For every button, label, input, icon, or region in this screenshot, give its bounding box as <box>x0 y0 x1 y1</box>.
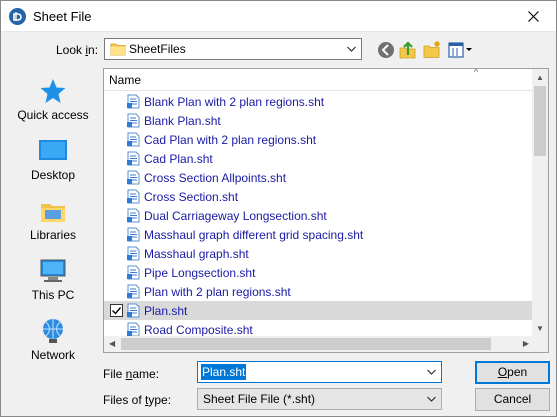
file-type-combo[interactable]: Sheet File File (*.sht) <box>197 388 442 410</box>
sheet-file-icon <box>127 170 140 185</box>
computer-icon <box>40 259 66 282</box>
look-in-value: SheetFiles <box>129 42 186 56</box>
file-row[interactable]: Blank Plan.sht <box>104 111 534 130</box>
folder-icon <box>110 43 126 56</box>
file-name-text: Masshaul graph different grid spacing.sh… <box>144 228 364 242</box>
file-name-text: Pipe Longsection.sht <box>144 266 256 280</box>
close-icon <box>527 11 539 22</box>
network-icon <box>43 319 63 343</box>
file-name-text: Cad Plan with 2 plan regions.sht <box>144 133 317 147</box>
look-in-label: Look in: <box>56 43 99 57</box>
open-button[interactable]: Open <box>475 361 550 384</box>
sheet-file-icon <box>127 246 140 261</box>
chevron-down-icon <box>347 46 356 52</box>
window-title: Sheet File <box>33 9 92 24</box>
file-row[interactable]: Pipe Longsection.sht <box>104 263 534 282</box>
file-name-text: Plan.sht <box>144 304 188 318</box>
file-name-text: Blank Plan.sht <box>144 114 221 128</box>
vertical-scroll-thumb[interactable] <box>534 86 546 156</box>
sheet-file-icon <box>127 113 140 128</box>
sheet-file-icon <box>127 94 140 109</box>
title-bar: Sheet File <box>1 1 556 32</box>
file-name-text: Plan with 2 plan regions.sht <box>144 285 291 299</box>
new-folder-icon[interactable] <box>422 40 442 60</box>
file-rows: Blank Plan with 2 plan regions.sht Blank … <box>104 92 534 339</box>
file-row[interactable]: Cross Section.sht <box>104 187 534 206</box>
app-icon <box>9 8 26 25</box>
chevron-down-icon[interactable] <box>426 366 437 378</box>
sheet-file-icon <box>127 227 140 242</box>
file-row[interactable]: Cad Plan with 2 plan regions.sht <box>104 130 534 149</box>
file-name-label: File name: <box>103 367 160 381</box>
sheet-file-icon <box>127 189 140 204</box>
view-menu-icon[interactable] <box>447 40 473 60</box>
sheet-file-icon <box>127 265 140 280</box>
scroll-up-icon[interactable]: ▲ <box>536 73 544 82</box>
chevron-down-icon <box>427 396 436 402</box>
file-name-text: Dual Carriageway Longsection.sht <box>144 209 327 223</box>
sheet-file-dialog: Sheet File Look in: SheetFiles Quick acc… <box>0 0 557 417</box>
horizontal-scroll-thumb[interactable] <box>121 338 491 350</box>
file-name-text: Road Composite.sht <box>144 323 253 337</box>
desktop-icon <box>39 140 67 160</box>
places-bar: Quick access Desktop Libraries This PC N… <box>8 68 98 386</box>
file-row[interactable]: Masshaul graph different grid spacing.sh… <box>104 225 534 244</box>
scroll-corner <box>532 336 548 352</box>
close-button[interactable] <box>510 1 556 32</box>
sheet-file-icon <box>127 322 140 337</box>
file-name-text: Cad Plan.sht <box>144 152 213 166</box>
file-type-label: Files of type: <box>103 393 172 407</box>
place-quick-access[interactable]: Quick access <box>8 78 98 122</box>
place-this-pc[interactable]: This PC <box>8 258 98 302</box>
place-libraries[interactable]: Libraries <box>8 198 98 242</box>
sheet-file-icon <box>127 132 140 147</box>
horizontal-scrollbar[interactable]: ◀ ▶ <box>104 336 534 352</box>
file-name-text: Masshaul graph.sht <box>144 247 249 261</box>
file-name-input[interactable]: Plan.sht <box>197 361 442 383</box>
vertical-scrollbar[interactable]: ▲ ▼ <box>532 69 548 337</box>
place-desktop[interactable]: Desktop <box>8 138 98 182</box>
file-name-value: Plan.sht <box>201 364 247 380</box>
look-in-combo[interactable]: SheetFiles <box>104 38 362 60</box>
file-row[interactable]: Plan.sht <box>104 301 534 320</box>
scroll-left-icon[interactable]: ◀ <box>109 339 115 348</box>
sheet-file-icon <box>127 284 140 299</box>
file-row[interactable]: Dual Carriageway Longsection.sht <box>104 206 534 225</box>
column-header-name[interactable]: Name ^ <box>104 69 534 91</box>
file-row[interactable]: Plan with 2 plan regions.sht <box>104 282 534 301</box>
file-name-text: Cross Section.sht <box>144 190 239 204</box>
star-icon <box>40 79 66 103</box>
sheet-file-icon <box>127 303 140 318</box>
place-network[interactable]: Network <box>8 318 98 362</box>
cancel-button[interactable]: Cancel <box>475 388 550 411</box>
file-name-text: Cross Section Allpoints.sht <box>144 171 287 185</box>
file-row[interactable]: Masshaul graph.sht <box>104 244 534 263</box>
file-row[interactable]: Cross Section Allpoints.sht <box>104 168 534 187</box>
file-type-value: Sheet File File (*.sht) <box>203 392 316 406</box>
checkbox-checked-icon[interactable] <box>110 304 123 317</box>
file-row[interactable]: Blank Plan with 2 plan regions.sht <box>104 92 534 111</box>
libraries-icon <box>41 204 65 222</box>
scroll-right-icon[interactable]: ▶ <box>523 339 529 348</box>
sort-up-icon: ^ <box>474 68 479 77</box>
sheet-file-icon <box>127 208 140 223</box>
file-name-text: Blank Plan with 2 plan regions.sht <box>144 95 325 109</box>
file-row[interactable]: Cad Plan.sht <box>104 149 534 168</box>
scroll-down-icon[interactable]: ▼ <box>536 324 544 333</box>
sheet-file-icon <box>127 151 140 166</box>
file-list[interactable]: Name ^ Blank Plan with 2 plan regions.sh… <box>103 68 549 353</box>
back-arrow-icon[interactable] <box>376 40 396 60</box>
up-folder-icon[interactable] <box>398 40 418 60</box>
